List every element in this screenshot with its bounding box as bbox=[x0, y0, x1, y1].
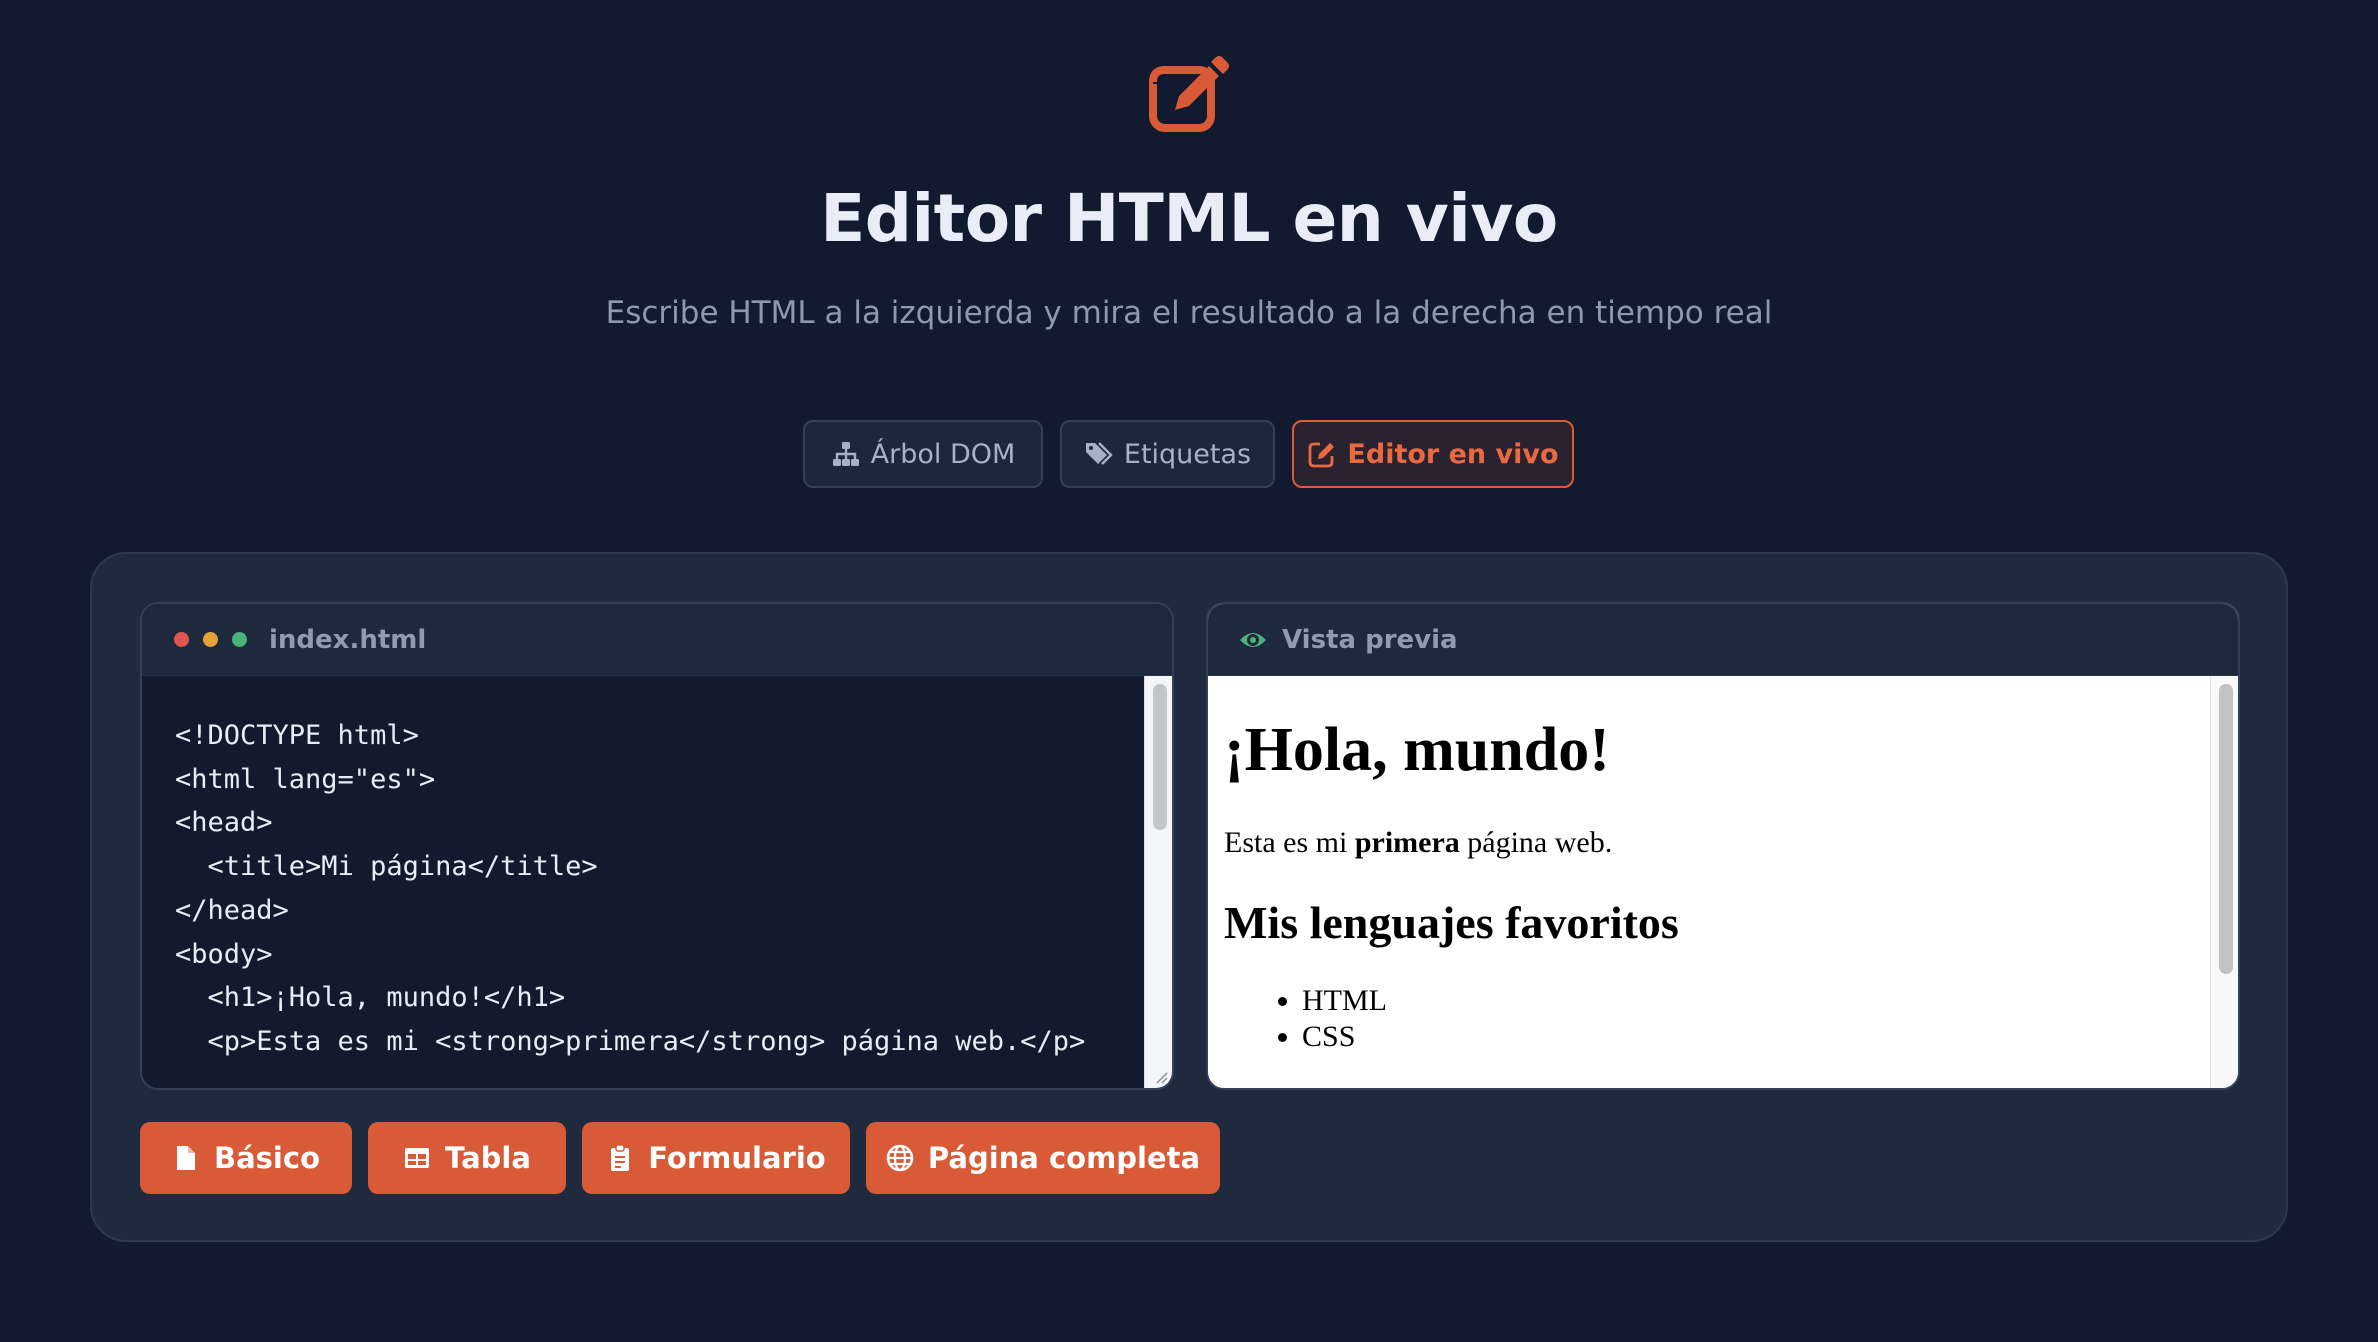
editor-panel: index.html <!DOCTYPE html> <html lang="e… bbox=[90, 552, 2288, 1242]
preview-subheading: Mis lenguajes favoritos bbox=[1224, 897, 1679, 949]
tab-live-editor-label: Editor en vivo bbox=[1347, 438, 1559, 470]
editor-header: index.html bbox=[142, 604, 1172, 676]
eye-icon bbox=[1240, 632, 1266, 647]
tab-dom-tree[interactable]: Árbol DOM bbox=[803, 420, 1043, 488]
window-dot-red bbox=[174, 632, 189, 647]
preview-pane: Vista previa ¡Hola, mundo! Esta es mi pr… bbox=[1206, 602, 2240, 1090]
preview-scrollbar-thumb[interactable] bbox=[2219, 684, 2233, 974]
preview-paragraph-strong: primera bbox=[1354, 826, 1460, 860]
preview-heading: ¡Hola, mundo! bbox=[1224, 716, 1610, 784]
preview-paragraph: Esta es mi primera página web. bbox=[1224, 826, 2212, 860]
code-textarea[interactable]: <!DOCTYPE html> <html lang="es"> <head> … bbox=[142, 676, 1142, 1088]
template-full-page-button[interactable]: Página completa bbox=[866, 1122, 1220, 1194]
tab-live-editor[interactable]: Editor en vivo bbox=[1292, 420, 1574, 488]
template-form-label: Formulario bbox=[648, 1141, 826, 1175]
globe-icon bbox=[886, 1144, 914, 1172]
page-subtitle: Escribe HTML a la izquierda y mira el re… bbox=[605, 295, 1773, 331]
code-scrollbar[interactable] bbox=[1144, 676, 1172, 1088]
preview-paragraph-text: Esta es mi bbox=[1224, 826, 1355, 860]
window-dot-green bbox=[232, 632, 247, 647]
tab-tags-label: Etiquetas bbox=[1123, 438, 1252, 470]
template-form-button[interactable]: Formulario bbox=[582, 1122, 850, 1194]
tab-tags[interactable]: Etiquetas bbox=[1060, 420, 1275, 488]
view-tabs: Árbol DOM Etiquetas Editor en vivo bbox=[0, 420, 2378, 488]
page-title: Editor HTML en vivo bbox=[820, 180, 1558, 257]
template-table-button[interactable]: Tabla bbox=[368, 1122, 566, 1194]
preview-scrollbar[interactable] bbox=[2210, 676, 2238, 1088]
template-basic-label: Básico bbox=[214, 1141, 320, 1175]
template-table-label: Tabla bbox=[445, 1141, 531, 1175]
list-item: HTML bbox=[1302, 983, 2212, 1019]
file-icon bbox=[177, 1146, 195, 1170]
code-editor: index.html <!DOCTYPE html> <html lang="e… bbox=[140, 602, 1174, 1090]
code-scrollbar-thumb[interactable] bbox=[1153, 684, 1167, 830]
template-full-page-label: Página completa bbox=[927, 1141, 1201, 1175]
table-icon bbox=[405, 1148, 430, 1168]
tab-dom-tree-label: Árbol DOM bbox=[870, 438, 1016, 470]
edit-icon bbox=[1149, 56, 1229, 132]
sitemap-icon bbox=[832, 442, 859, 466]
resize-grip-icon[interactable] bbox=[1152, 1068, 1168, 1084]
edit-icon bbox=[1309, 442, 1335, 468]
file-name: index.html bbox=[269, 624, 427, 655]
window-dot-yellow bbox=[203, 632, 218, 647]
preview-label: Vista previa bbox=[1282, 624, 1458, 655]
list-item: CSS bbox=[1302, 1019, 2212, 1055]
template-basic-button[interactable]: Básico bbox=[140, 1122, 352, 1194]
tags-icon bbox=[1085, 442, 1113, 465]
preview-content: ¡Hola, mundo! Esta es mi primera página … bbox=[1208, 676, 2212, 1088]
clipboard-icon bbox=[611, 1144, 630, 1171]
preview-header: Vista previa bbox=[1208, 604, 2238, 676]
preview-paragraph-text-end: página web. bbox=[1459, 826, 1613, 860]
preview-list: HTML CSS bbox=[1224, 983, 2212, 1055]
